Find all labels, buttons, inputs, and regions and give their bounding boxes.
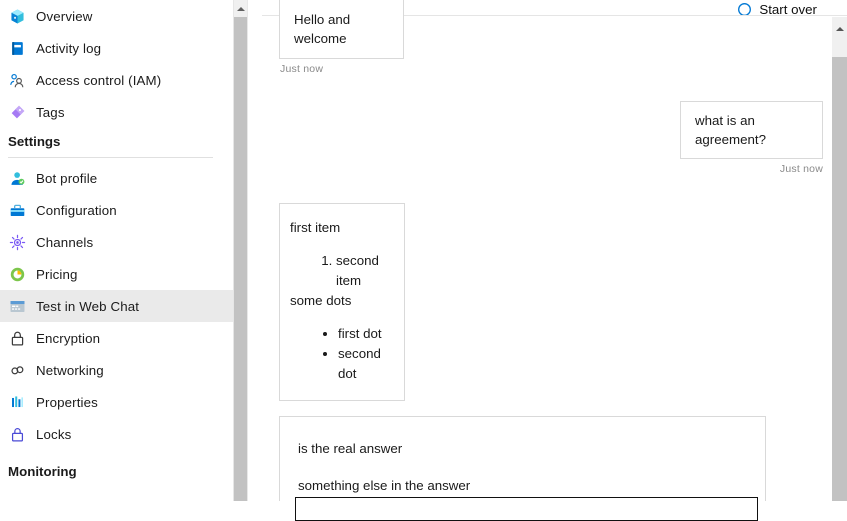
message-paragraph: what is an agreement? — [695, 112, 766, 147]
sidebar-item-label: Pricing — [36, 266, 78, 282]
properties-icon — [8, 393, 26, 411]
bot-message-bubble: first item second item some dots first dots… — [279, 203, 405, 402]
toolbox-icon — [8, 201, 26, 219]
sidebar-settings-nav: Bot profile Configuration Channels Pricing T… — [0, 162, 233, 450]
ordered-list: second item — [290, 251, 388, 291]
book-icon — [8, 39, 26, 57]
bulleted-list: first dotsecond dot — [290, 324, 388, 384]
message-paragraph: something else in the answer — [298, 477, 471, 493]
sidebar-item-properties[interactable]: Properties — [0, 386, 233, 418]
list-item: second item — [336, 251, 388, 291]
sidebar-item-networking[interactable]: Networking — [0, 354, 233, 386]
sidebar: Overview Activity log Access control (IAM)… — [0, 0, 233, 501]
sidebar-item-tags[interactable]: Tags — [0, 96, 233, 128]
sidebar-item-locks[interactable]: Locks — [0, 418, 233, 450]
chat-message-row: is the real answer something else in the … — [262, 416, 847, 501]
message-paragraph: first item — [290, 220, 341, 236]
message-paragraph: Hello and welcome — [294, 12, 351, 47]
bot-message-bubble: is the real answer something else in the … — [279, 416, 766, 501]
sidebar-group-divider — [8, 157, 213, 158]
chat-scroll-up-button[interactable] — [832, 17, 847, 40]
message-paragraph: some dots — [290, 293, 352, 309]
chat-message-row: Hello and welcome — [262, 0, 847, 59]
networking-icon — [8, 361, 26, 379]
sidebar-item-label: Networking — [36, 362, 104, 378]
message-timestamp: Just now — [280, 62, 324, 75]
tag-icon — [8, 103, 26, 121]
sidebar-item-label: Tags — [36, 104, 65, 120]
sidebar-item-bot-profile[interactable]: Bot profile — [0, 162, 233, 194]
bot-message-bubble: Hello and welcome — [279, 0, 404, 59]
sidebar-item-configuration[interactable]: Configuration — [0, 194, 233, 226]
sidebar-item-label: Locks — [36, 426, 72, 442]
sidebar-item-encryption[interactable]: Encryption — [0, 322, 233, 354]
lock-icon — [8, 425, 26, 443]
chat-scrollbar[interactable] — [832, 17, 847, 501]
triangle-up-icon — [835, 26, 844, 31]
message-paragraph: is the real answer — [298, 441, 403, 457]
sidebar-item-test-in-web-chat[interactable]: Test in Web Chat — [0, 290, 233, 322]
list-item: first dot — [338, 324, 388, 344]
lock-open-icon — [8, 329, 26, 347]
message-timestamp: Just now — [779, 163, 823, 176]
sidebar-scrollbar[interactable] — [233, 0, 248, 501]
chat-transcript[interactable]: Hello and welcome Just now what is an agre… — [262, 0, 847, 501]
list-item: second dot — [338, 344, 388, 384]
sidebar-scrollbar-thumb[interactable] — [234, 17, 248, 501]
web-chat-icon — [8, 297, 26, 315]
sidebar-item-label: Channels — [36, 234, 94, 250]
chat-message-row: first item second item some dots first dots… — [262, 203, 847, 402]
pricing-icon — [8, 265, 26, 283]
user-message-bubble: what is an agreement? — [680, 100, 823, 160]
panel-divider — [247, 0, 248, 501]
web-chat-panel: Test Start over Hello and welcomeJust no… — [262, 0, 847, 521]
chat-message-row: what is an agreement? — [262, 100, 847, 160]
sidebar-item-label: Access control (IAM) — [36, 72, 162, 88]
chat-scrollbar-thumb[interactable] — [832, 57, 847, 501]
sidebar-item-overview[interactable]: Overview — [0, 0, 233, 32]
bot-profile-icon — [8, 169, 26, 187]
sidebar-primary-nav: Overview Activity log Access control (IAM)… — [0, 0, 233, 128]
sidebar-item-label: Test in Web Chat — [36, 298, 140, 314]
triangle-up-icon — [237, 6, 245, 11]
channels-icon — [8, 233, 26, 251]
sidebar-item-label: Overview — [36, 8, 93, 24]
sidebar-item-label: Bot profile — [36, 170, 98, 186]
sidebar-item-label: Configuration — [36, 202, 117, 218]
sidebar-group-settings-title: Settings — [8, 133, 61, 149]
sidebar-item-label: Activity log — [36, 40, 102, 56]
cube-icon — [8, 7, 26, 25]
sidebar-item-channels[interactable]: Channels — [0, 226, 233, 258]
sidebar-scroll-up-button[interactable] — [234, 0, 248, 17]
sidebar-item-activity-log[interactable]: Activity log — [0, 32, 233, 64]
sidebar-item-label: Properties — [36, 394, 98, 410]
sidebar-item-label: Encryption — [36, 330, 101, 346]
sidebar-group-monitoring-title: Monitoring — [8, 463, 77, 479]
sidebar-item-pricing[interactable]: Pricing — [0, 258, 233, 290]
people-icon — [8, 71, 26, 89]
sidebar-item-access-control-iam[interactable]: Access control (IAM) — [0, 64, 233, 96]
